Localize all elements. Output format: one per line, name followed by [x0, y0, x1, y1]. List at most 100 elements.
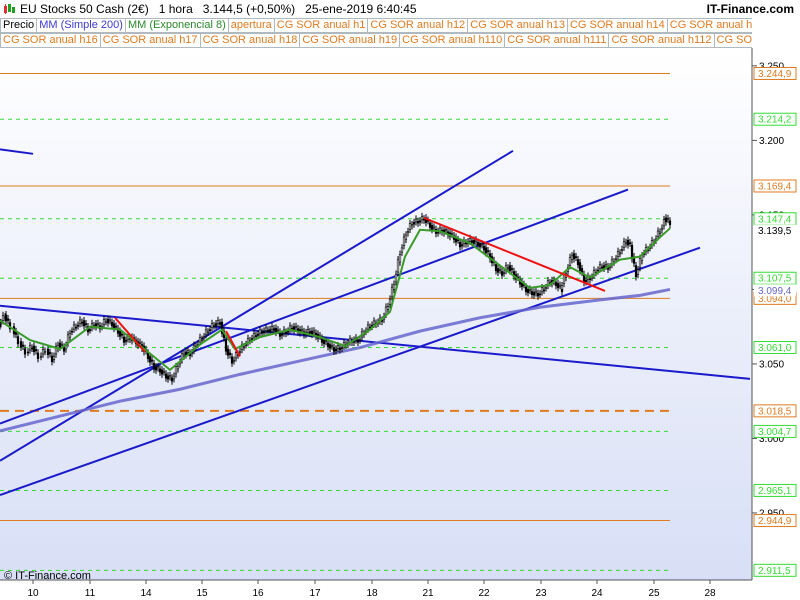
candle-body [572, 253, 576, 260]
x-tick-label-4: 16 [252, 588, 264, 599]
level-label-2: 3.169,4 [758, 181, 792, 192]
legend-item-r2-3[interactable]: CG SOR anual h19 [299, 33, 401, 48]
candle-body [468, 238, 472, 242]
candle-body [148, 356, 152, 363]
candle-body [530, 291, 534, 295]
candle-body [262, 330, 266, 334]
legend-item-r1-1[interactable]: MM (Simple 200) [36, 18, 126, 33]
legend-item-r2-7[interactable]: CG SOR anua [713, 33, 752, 48]
candle-body [660, 227, 664, 231]
x-tick-label-11: 25 [648, 588, 660, 599]
candle-body [300, 329, 304, 331]
candle-body [21, 344, 25, 347]
level-label-11: 2.911,5 [758, 566, 791, 577]
x-tick-label-10: 24 [591, 588, 603, 599]
candle-body [604, 264, 608, 267]
legend-item-r1-8[interactable]: CG SOR anual h15 [666, 18, 752, 33]
legend-item-r1-2[interactable]: MM (Exponencial 8) [124, 18, 229, 33]
candle-body [274, 327, 278, 333]
legend-item-r2-5[interactable]: CG SOR anual h111 [504, 33, 610, 48]
candle-body [72, 324, 76, 330]
candle-body [476, 241, 480, 246]
candle-body [428, 222, 432, 228]
candle-body [556, 283, 560, 288]
level-label-8: 3.004,7 [758, 427, 792, 438]
candle-body [540, 287, 544, 293]
level-label-7: 3.018,5 [758, 406, 792, 417]
candle-body [276, 329, 280, 332]
candle-body [210, 323, 214, 328]
candle-body [30, 347, 34, 350]
candle-body [384, 306, 388, 315]
candle-body [23, 348, 27, 355]
candle-body [216, 320, 220, 324]
legend-item-r1-7[interactable]: CG SOR anual h14 [566, 18, 668, 33]
candle-body [418, 220, 422, 223]
candle-body [400, 247, 404, 253]
legend-item-r1-6[interactable]: CG SOR anual h13 [467, 18, 568, 33]
candle-body [664, 217, 668, 222]
candle-body [626, 239, 630, 246]
x-tick-label-8: 22 [478, 588, 490, 599]
legend-item-r2-6[interactable]: CG SOR anual h112 [608, 33, 715, 48]
candle-body [618, 252, 622, 255]
candle-body [388, 298, 392, 305]
candle-body [214, 323, 218, 326]
candle-body [41, 348, 45, 355]
candle-body [306, 329, 310, 333]
candle-body [258, 329, 262, 334]
candle-body [542, 289, 546, 292]
candle-body [666, 218, 670, 220]
candle-body [80, 321, 84, 324]
legend-item-r1-3[interactable]: apertura [227, 18, 275, 33]
price-chart[interactable]: 3.2503.2003.1503.1003.0503.0002.9503.244… [0, 48, 800, 600]
candle-body [636, 269, 640, 275]
candle-body [104, 321, 108, 323]
candle-body [328, 344, 332, 349]
legend-item-r2-0[interactable]: CG SOR anual h16 [0, 33, 101, 48]
candle-body [172, 375, 176, 380]
candle-body [332, 347, 336, 352]
candle-body [568, 257, 572, 266]
candle-body [232, 359, 236, 362]
candle-body [280, 333, 284, 336]
candle-body [48, 352, 52, 355]
candle-body [88, 329, 92, 331]
candle-body [176, 365, 180, 370]
candle-body [19, 341, 23, 348]
candle-body [538, 293, 542, 296]
candle-body [174, 366, 178, 375]
candle-body [34, 349, 38, 352]
candle-body [356, 339, 360, 343]
legend-item-r1-5[interactable]: CG SOR anual h12 [367, 18, 469, 33]
candle-body [460, 244, 464, 247]
legend-item-r2-4[interactable]: CG SOR anual h110 [399, 33, 506, 48]
candle-body [404, 234, 408, 240]
chart-candles-icon [4, 4, 15, 14]
candle-body [408, 223, 412, 230]
level-label-4: 3.107,5 [758, 274, 792, 285]
candle-body [310, 330, 314, 335]
candle-body [472, 239, 476, 244]
brand-name[interactable]: IT-Finance.com [707, 2, 794, 16]
candle-body [156, 366, 160, 369]
candle-body [152, 363, 156, 370]
candle-body [264, 327, 268, 331]
candle-body [16, 336, 20, 345]
candle-body [536, 293, 540, 297]
candle-body [560, 285, 564, 290]
x-tick-label-7: 21 [422, 588, 434, 599]
x-tick-label-2: 14 [140, 588, 152, 599]
candle-body [198, 337, 202, 343]
x-tick-label-1: 11 [85, 588, 96, 599]
candle-body [68, 333, 72, 338]
candle-body [668, 220, 672, 225]
candle-body [158, 368, 162, 373]
x-tick-label-6: 18 [366, 588, 378, 599]
legend-item-r2-1[interactable]: CG SOR anual h17 [99, 33, 201, 48]
legend-item-r1-0[interactable]: Precio [0, 18, 38, 33]
candle-body [184, 351, 188, 356]
candle-body [358, 339, 362, 341]
legend-item-r1-4[interactable]: CG SOR anual h1 [273, 18, 369, 33]
legend-item-r2-2[interactable]: CG SOR anual h18 [199, 33, 301, 48]
